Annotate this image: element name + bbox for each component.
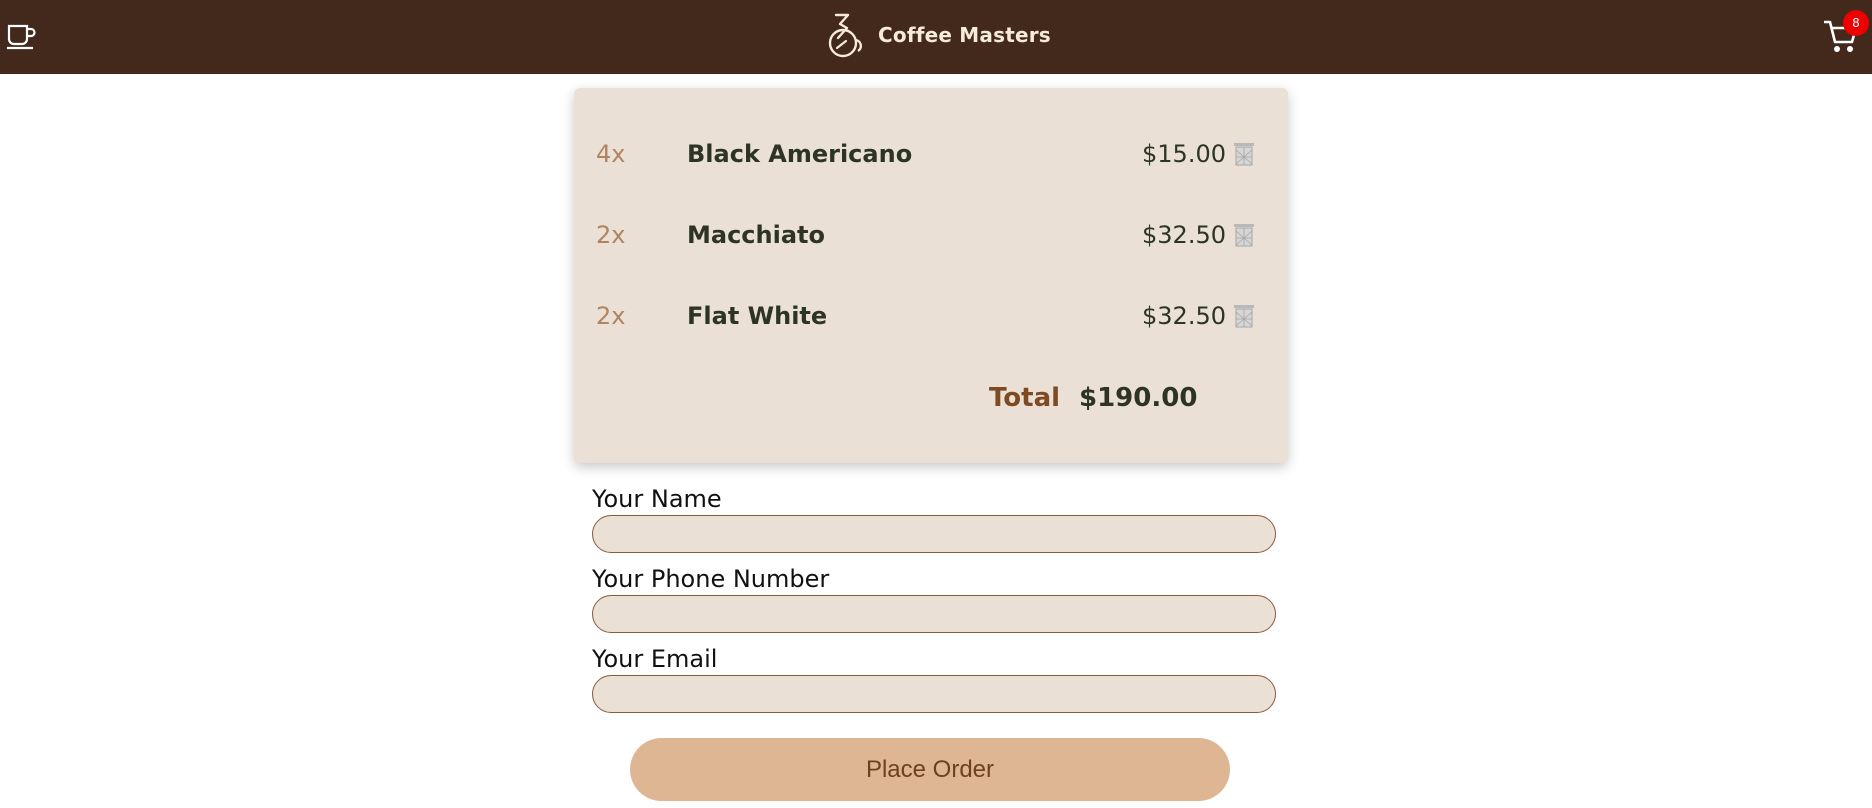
app-title: Coffee Masters	[878, 23, 1051, 47]
item-price: $32.50	[1142, 221, 1226, 249]
email-label: Your Email	[592, 645, 718, 673]
item-quantity: 4x	[596, 140, 626, 168]
item-name: Flat White	[687, 302, 828, 330]
phone-input[interactable]	[592, 595, 1276, 633]
email-input[interactable]	[592, 675, 1276, 713]
trash-icon[interactable]	[1232, 141, 1256, 167]
item-quantity: 2x	[596, 302, 626, 330]
cart-count-badge: 8	[1843, 10, 1869, 36]
item-price: $15.00	[1142, 140, 1226, 168]
trash-icon[interactable]	[1232, 303, 1256, 329]
coffee-cup-icon	[7, 24, 36, 50]
total-value: $190.00	[1079, 383, 1198, 413]
item-name: Macchiato	[687, 221, 825, 249]
name-label: Your Name	[592, 485, 722, 513]
cart-item: 2x Flat White $32.50	[574, 296, 1288, 336]
cart-item: 4x Black Americano $15.00	[574, 134, 1288, 174]
app-header: Coffee Masters 8	[0, 0, 1872, 74]
trash-icon[interactable]	[1232, 222, 1256, 248]
item-quantity: 2x	[596, 221, 626, 249]
item-name: Black Americano	[687, 140, 913, 168]
name-input[interactable]	[592, 515, 1276, 553]
cart-item: 2x Macchiato $32.50	[574, 215, 1288, 255]
item-price: $32.50	[1142, 302, 1226, 330]
brand[interactable]: Coffee Masters	[824, 10, 1051, 60]
total-label: Total	[989, 383, 1061, 413]
place-order-button[interactable]: Place Order	[630, 738, 1230, 801]
coffee-logo-icon	[828, 13, 863, 58]
phone-label: Your Phone Number	[592, 565, 830, 593]
cart-summary: 4x Black Americano $15.00 2x Macchiato $…	[574, 88, 1288, 463]
menu-button[interactable]	[6, 22, 36, 50]
